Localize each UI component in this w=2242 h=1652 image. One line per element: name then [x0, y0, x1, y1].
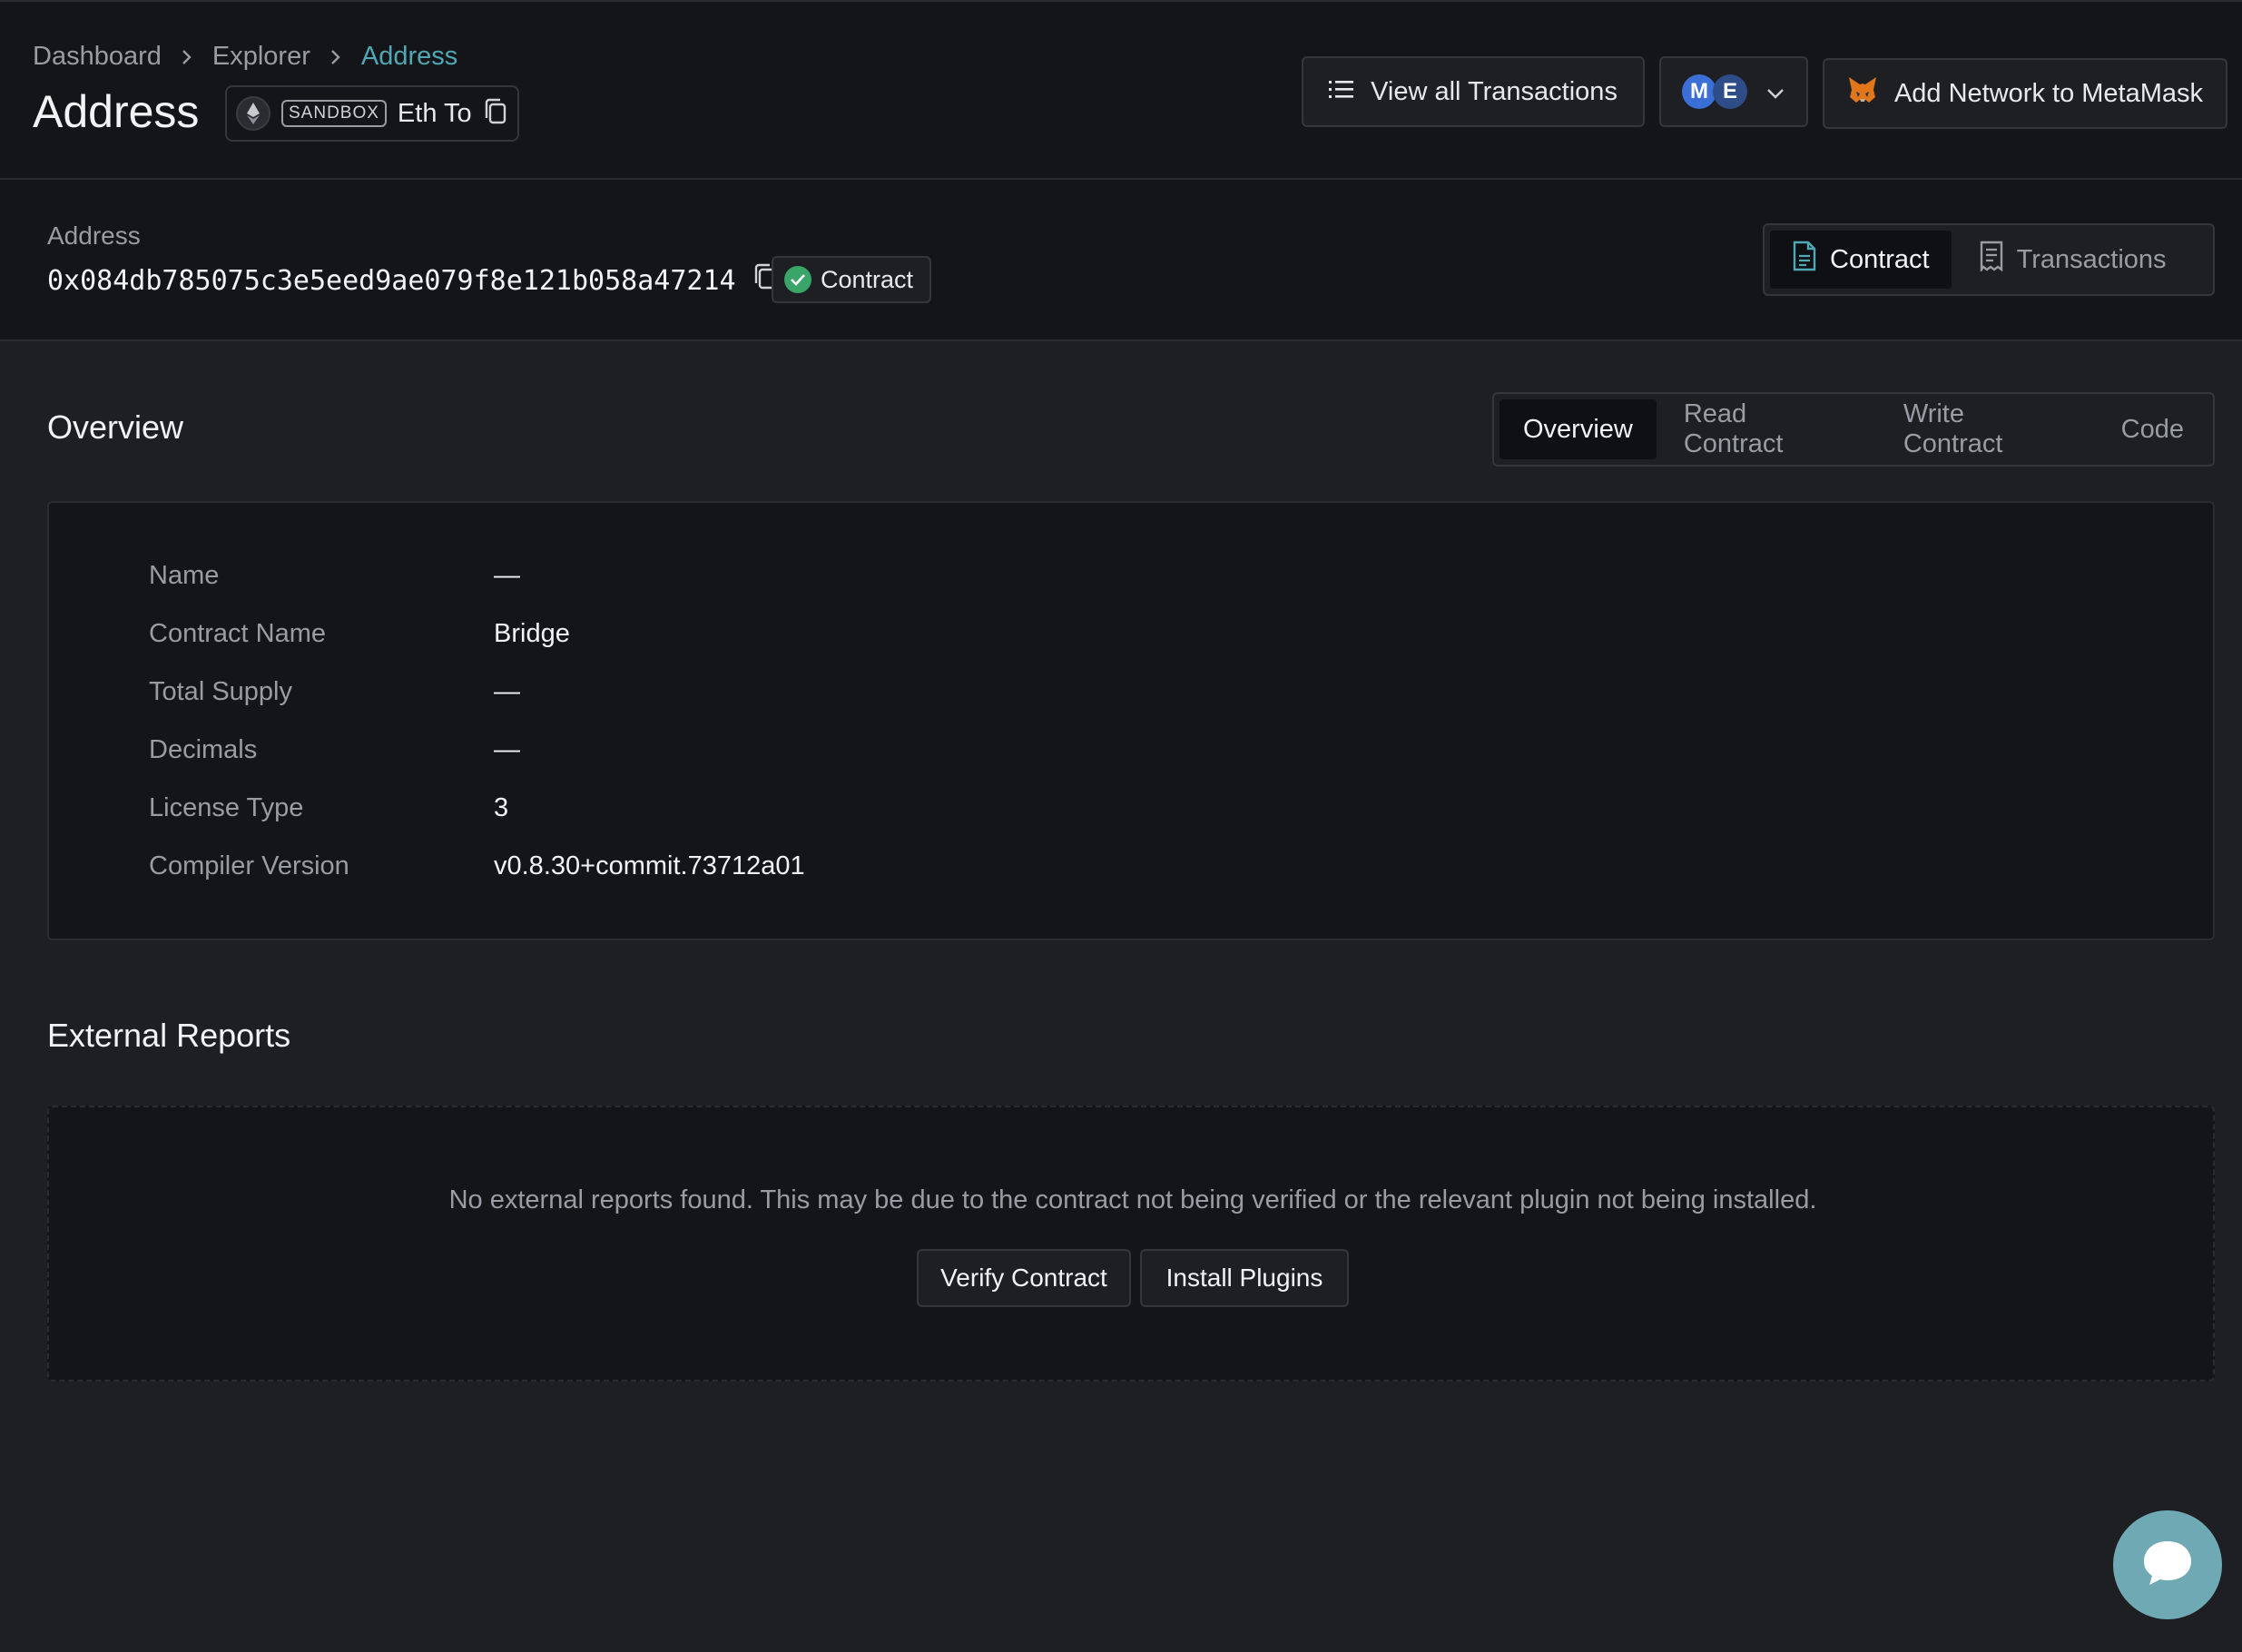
breadcrumb-explorer[interactable]: Explorer [212, 42, 310, 72]
install-plugins-button[interactable]: Install Plugins [1140, 1249, 1349, 1307]
verify-contract-button[interactable]: Verify Contract [917, 1249, 1131, 1307]
detail-row: Compiler Version v0.8.30+commit.73712a01 [149, 851, 805, 881]
view-all-transactions-label: View all Transactions [1371, 76, 1618, 106]
detail-row: Name — [149, 561, 520, 591]
detail-key: License Type [149, 793, 304, 822]
detail-value: — [494, 735, 520, 764]
empty-reports-message: No external reports found. This may be d… [448, 1185, 1817, 1214]
network-selector[interactable]: M E [1659, 56, 1808, 127]
detail-row: Total Supply — [149, 677, 520, 707]
view-contract-label: Contract [1830, 244, 1930, 274]
chain-name: Eth To [397, 98, 472, 128]
external-reports-heading: External Reports [47, 1017, 291, 1054]
detail-row: Decimals — [149, 735, 520, 765]
tab-write-contract[interactable]: Write Contract [1880, 399, 2094, 459]
detail-value: Bridge [494, 619, 570, 648]
contract-type-label: Contract [821, 265, 914, 293]
address-value-row: 0x084db785075c3e5eed9ae079f8e121b058a472… [47, 263, 778, 298]
copy-icon[interactable] [483, 98, 508, 130]
chat-icon [2140, 1538, 2195, 1593]
detail-value: v0.8.30+commit.73712a01 [494, 851, 805, 880]
view-transactions-label: Transactions [2016, 244, 2167, 274]
add-to-metamask-label: Add Network to MetaMask [1893, 78, 2204, 108]
sandbox-badge: SANDBOX [281, 100, 387, 127]
detail-value: 3 [494, 793, 509, 822]
receipt-icon [1979, 241, 2004, 279]
contract-type-badge: Contract [772, 256, 931, 303]
detail-value: — [494, 561, 520, 590]
contract-tabs: Overview Read Contract Write Contract Co… [1492, 392, 2215, 467]
tab-overview[interactable]: Overview [1500, 399, 1657, 459]
chevron-right-icon [180, 48, 194, 66]
detail-key: Name [149, 561, 220, 590]
external-reports-card: No external reports found. This may be d… [47, 1106, 2215, 1382]
address-hash: 0x084db785075c3e5eed9ae079f8e121b058a472… [47, 264, 736, 297]
document-icon [1792, 241, 1817, 279]
network-e-icon: E [1713, 74, 1747, 109]
detail-row: License Type 3 [149, 793, 508, 823]
chat-support-button[interactable] [2113, 1510, 2222, 1619]
detail-key: Compiler Version [149, 851, 349, 880]
ethereum-icon [236, 96, 270, 131]
metamask-fox-icon [1847, 75, 1878, 112]
overview-card: Name — Contract Name Bridge Total Supply… [47, 501, 2215, 940]
network-m-icon: M [1682, 74, 1716, 109]
breadcrumb-dashboard[interactable]: Dashboard [33, 42, 162, 72]
detail-key: Total Supply [149, 677, 292, 706]
tab-read-contract[interactable]: Read Contract [1660, 399, 1876, 459]
page-title: Address [33, 86, 200, 137]
address-view-switcher: Contract Transactions [1763, 223, 2215, 296]
check-icon [784, 266, 811, 293]
detail-value: — [494, 677, 520, 706]
view-transactions-tab[interactable]: Transactions [1957, 231, 2188, 289]
breadcrumb-current[interactable]: Address [361, 42, 457, 72]
view-contract-tab[interactable]: Contract [1770, 231, 1952, 289]
chevron-down-icon [1765, 77, 1785, 107]
view-all-transactions-button[interactable]: View all Transactions [1302, 56, 1645, 127]
add-to-metamask-button[interactable]: Add Network to MetaMask [1823, 58, 2227, 129]
detail-key: Decimals [149, 735, 258, 764]
top-header: Dashboard Explorer Address Address SANDB… [0, 0, 2242, 180]
breadcrumb: Dashboard Explorer Address [33, 42, 457, 72]
tab-code[interactable]: Code [2098, 399, 2208, 459]
overview-heading: Overview [47, 408, 184, 446]
list-icon [1329, 77, 1354, 107]
network-icons: M E [1682, 74, 1747, 109]
address-label: Address [47, 221, 141, 250]
chevron-right-icon [329, 48, 343, 66]
detail-row: Contract Name Bridge [149, 619, 570, 649]
chain-pill: SANDBOX Eth To [225, 85, 519, 142]
detail-key: Contract Name [149, 619, 327, 648]
